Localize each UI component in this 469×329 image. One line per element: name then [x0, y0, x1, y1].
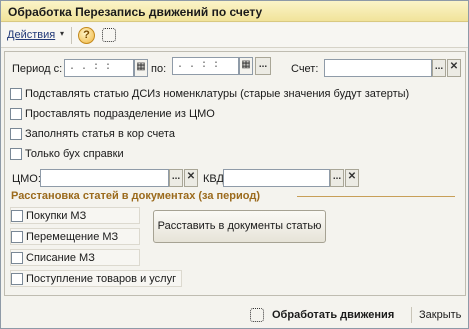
doc-purchases-mz[interactable]: Покупки МЗ [10, 207, 140, 224]
account-clear-icon[interactable]: ✕ [447, 59, 461, 77]
checkbox[interactable] [10, 108, 22, 120]
checkbox[interactable] [11, 231, 23, 243]
cmo-clear-icon[interactable]: ✕ [184, 169, 198, 187]
process-movements-button[interactable]: Обработать движения [272, 309, 394, 321]
doc-label: Покупки МЗ [26, 210, 87, 222]
doc-label: Поступление товаров и услуг [26, 273, 177, 285]
title-bar: Обработка Перезапись движений по счету [1, 1, 468, 22]
cmo-select-button[interactable]: ... [169, 169, 183, 187]
account-label: Счет: [291, 63, 319, 75]
option-accounting-only[interactable]: Только бух справки [10, 146, 170, 162]
doc-transfer-mz[interactable]: Перемещение МЗ [10, 228, 140, 245]
checkbox[interactable] [10, 148, 22, 160]
period-to-input[interactable]: . . : : [172, 57, 239, 75]
doc-goods-receipt[interactable]: Поступление товаров и услуг [10, 270, 182, 287]
option-label: Заполнять статья в кор счета [25, 128, 175, 140]
checkbox[interactable] [11, 210, 23, 222]
section-divider [297, 196, 455, 197]
main-panel: Период с: . . : : ▦ по: Счет: ... ✕ Подс… [4, 51, 466, 296]
calendar-icon[interactable]: ▦ [239, 57, 253, 75]
doc-label: Перемещение МЗ [26, 231, 119, 243]
close-button[interactable]: Закрыть [419, 309, 461, 321]
cmo-input[interactable] [40, 169, 169, 187]
option-department-from-cmo[interactable]: Проставлять подразделение из ЦМО [10, 106, 230, 122]
kvd-clear-icon[interactable]: ✕ [345, 169, 359, 187]
period-select-button[interactable]: ... [255, 57, 271, 75]
option-label: Только бух справки [25, 148, 124, 160]
checkbox[interactable] [11, 273, 23, 285]
account-select-button[interactable]: ... [432, 59, 446, 77]
option-label: Подставлять статью ДСИз номенклатуры (ст… [25, 88, 410, 100]
cmo-label: ЦМО: [12, 173, 41, 185]
checkbox[interactable] [10, 88, 22, 100]
chevron-down-icon[interactable]: ▾ [60, 29, 64, 38]
period-to-label: по: [151, 63, 167, 75]
period-from-input[interactable]: . . : : [64, 59, 134, 77]
dotted-frame-icon[interactable] [102, 28, 116, 42]
kvd-select-button[interactable]: ... [330, 169, 344, 187]
processing-window: Обработка Перезапись движений по счету Д… [0, 0, 469, 329]
doc-writeoff-mz[interactable]: Списание МЗ [10, 249, 140, 266]
help-icon[interactable]: ? [78, 27, 95, 44]
kvd-input[interactable] [223, 169, 330, 187]
option-label: Проставлять подразделение из ЦМО [25, 108, 215, 120]
apply-articles-button[interactable]: Расставить в документы статью [153, 210, 326, 243]
process-icon[interactable] [250, 308, 264, 322]
toolbar-separator [71, 27, 72, 44]
option-fill-corr-account[interactable]: Заполнять статья в кор счета [10, 126, 210, 142]
calendar-icon[interactable]: ▦ [134, 59, 148, 77]
actions-menu[interactable]: Действия [7, 29, 55, 41]
window-title: Обработка Перезапись движений по счету [8, 5, 263, 19]
toolbar: Действия ▾ ? [1, 23, 468, 48]
bottom-bar: Обработать движения Закрыть [1, 301, 468, 328]
checkbox[interactable] [10, 128, 22, 140]
doc-label: Списание МЗ [26, 252, 95, 264]
bottom-separator [411, 307, 412, 323]
option-nomenclature-article[interactable]: Подставлять статью ДСИз номенклатуры (ст… [10, 86, 415, 102]
account-input[interactable] [324, 59, 432, 77]
period-from-label: Период с: [12, 63, 63, 75]
section-title: Расстановка статей в документах (за пери… [11, 190, 260, 202]
checkbox[interactable] [11, 252, 23, 264]
